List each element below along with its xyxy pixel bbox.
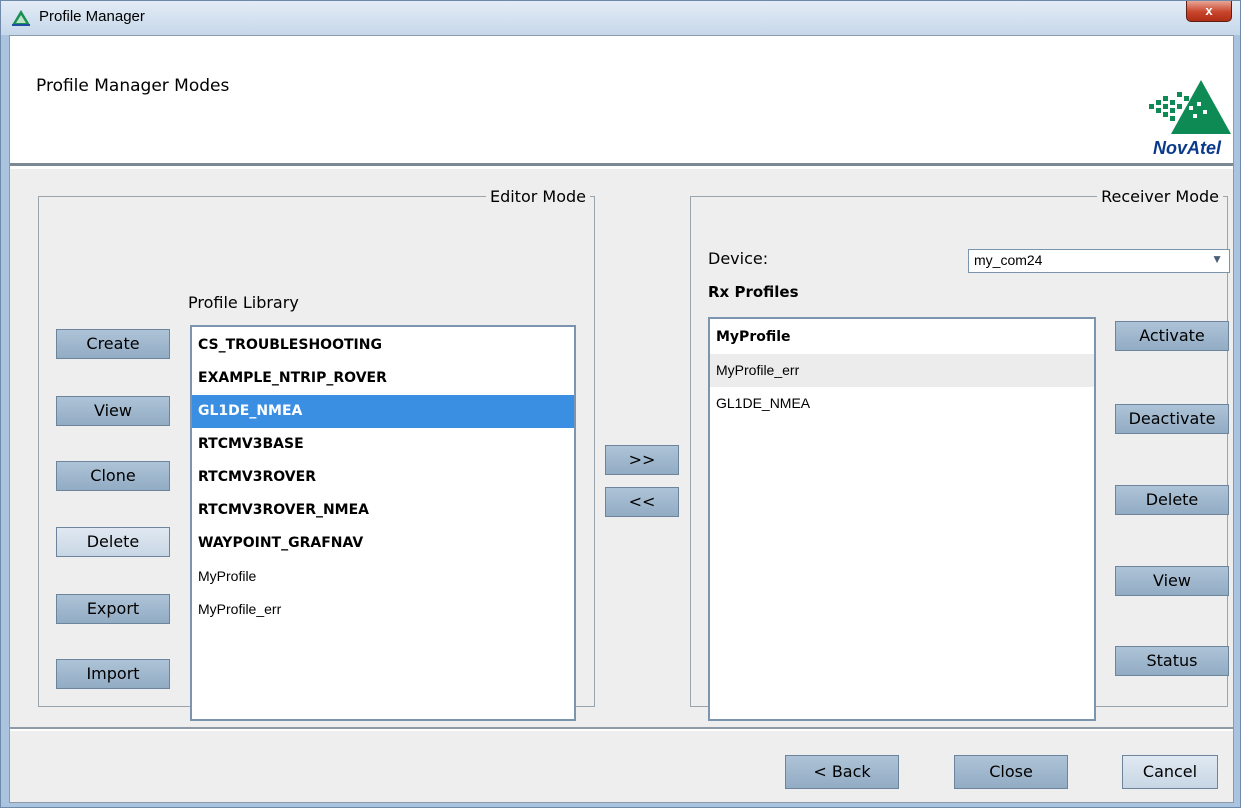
create-button[interactable]: Create — [56, 329, 170, 359]
delete-rx-profile-button[interactable]: Delete — [1115, 485, 1229, 515]
list-item[interactable]: RTCMV3ROVER — [192, 461, 574, 494]
back-button[interactable]: < Back — [785, 755, 899, 789]
move-to-receiver-button[interactable]: >> — [605, 445, 679, 475]
list-item[interactable]: GL1DE_NMEA — [192, 395, 574, 428]
chevron-down-icon: ▼ — [1211, 252, 1223, 266]
client-area: Profile Manager Modes NovAtel Editor Mod… — [9, 35, 1234, 803]
cancel-button[interactable]: Cancel — [1122, 755, 1218, 789]
list-item[interactable]: MyProfile_err — [710, 354, 1094, 387]
activate-button[interactable]: Activate — [1115, 321, 1229, 351]
logo-text: NovAtel — [1153, 138, 1222, 158]
delete-profile-button[interactable]: Delete — [56, 527, 170, 557]
import-button[interactable]: Import — [56, 659, 170, 689]
list-item[interactable]: MyProfile — [710, 321, 1094, 354]
list-item[interactable]: MyProfile — [192, 560, 574, 593]
list-item[interactable]: CS_TROUBLESHOOTING — [192, 329, 574, 362]
list-item[interactable]: RTCMV3ROVER_NMEA — [192, 494, 574, 527]
clone-button[interactable]: Clone — [56, 461, 170, 491]
view-rx-profile-button[interactable]: View — [1115, 566, 1229, 596]
device-select-value: my_com24 — [974, 252, 1043, 268]
close-window-button[interactable]: x — [1186, 1, 1232, 22]
view-profile-button[interactable]: View — [56, 396, 170, 426]
device-select[interactable]: my_com24 ▼ — [968, 249, 1230, 273]
profile-library-list[interactable]: CS_TROUBLESHOOTING EXAMPLE_NTRIP_ROVER GL1… — [190, 325, 576, 721]
header-panel: Profile Manager Modes NovAtel — [10, 36, 1233, 166]
list-item[interactable]: MyProfile_err — [192, 593, 574, 626]
move-to-library-button[interactable]: << — [605, 487, 679, 517]
list-item[interactable]: WAYPOINT_GRAFNAV — [192, 527, 574, 560]
novatel-app-icon — [12, 10, 30, 26]
profile-manager-window: Profile Manager x Profile Manager Modes — [0, 0, 1241, 808]
window-title: Profile Manager — [39, 8, 145, 25]
export-button[interactable]: Export — [56, 594, 170, 624]
device-label: Device: — [708, 249, 769, 268]
receiver-mode-legend: Receiver Mode — [1101, 187, 1219, 206]
rx-profiles-list[interactable]: MyProfile MyProfile_err GL1DE_NMEA — [708, 317, 1096, 721]
editor-mode-legend: Editor Mode — [489, 187, 586, 206]
profile-library-label: Profile Library — [188, 293, 299, 312]
list-item[interactable]: EXAMPLE_NTRIP_ROVER — [192, 362, 574, 395]
status-button[interactable]: Status — [1115, 646, 1229, 676]
footer-panel: < Back Close Cancel — [10, 731, 1233, 802]
novatel-logo: NovAtel — [1149, 80, 1231, 158]
deactivate-button[interactable]: Deactivate — [1115, 404, 1229, 434]
rx-profiles-label: Rx Profiles — [708, 283, 799, 301]
modes-panel: Editor Mode Profile Library Create View … — [10, 169, 1233, 729]
page-title: Profile Manager Modes — [36, 76, 230, 96]
close-button[interactable]: Close — [954, 755, 1068, 789]
list-item[interactable]: RTCMV3BASE — [192, 428, 574, 461]
title-bar[interactable]: Profile Manager x — [1, 1, 1240, 35]
list-item[interactable]: GL1DE_NMEA — [710, 387, 1094, 420]
